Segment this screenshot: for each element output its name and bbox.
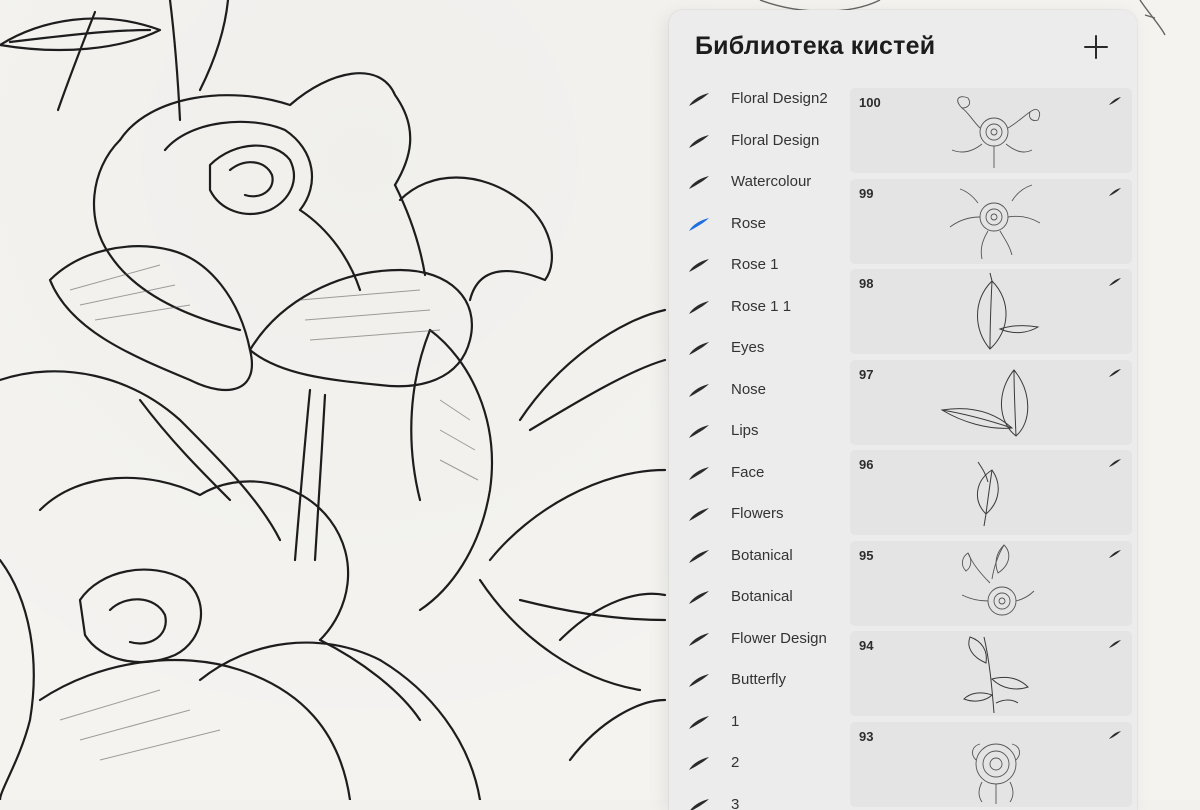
brush-set-label: Floral Design bbox=[731, 132, 819, 149]
brush-set-label: Rose 1 bbox=[731, 256, 779, 273]
brush-stroke-icon bbox=[687, 297, 711, 317]
brush-set-label: Rose bbox=[731, 215, 766, 232]
brush-set-label: 3 bbox=[731, 796, 739, 810]
brush-set-label: Lips bbox=[731, 422, 759, 439]
leaf-pair-wide-preview bbox=[932, 362, 1062, 443]
brush-library-panel: Библиотека кистей Floral Design2 Floral … bbox=[669, 10, 1137, 810]
brush-card[interactable]: 97 bbox=[850, 360, 1132, 445]
brush-set-list: Floral Design2 Floral Design Watercolour… bbox=[669, 80, 849, 810]
brush-stroke-icon bbox=[687, 587, 711, 607]
leaf-stem-preview bbox=[932, 633, 1062, 714]
brush-stroke-icon bbox=[687, 421, 711, 441]
brush-stroke-icon bbox=[687, 712, 711, 732]
brush-set-label: Rose 1 1 bbox=[731, 298, 791, 315]
brush-number: 100 bbox=[859, 95, 881, 110]
brush-set-item[interactable]: Eyes bbox=[669, 329, 849, 371]
brush-set-label: Flower Design bbox=[731, 630, 827, 647]
brush-number: 98 bbox=[859, 276, 873, 291]
brush-number: 93 bbox=[859, 729, 873, 744]
brush-stroke-icon bbox=[687, 629, 711, 649]
panel-title: Библиотека кистей bbox=[695, 32, 935, 61]
add-brush-set-button[interactable] bbox=[1081, 32, 1111, 62]
peony-leaves-preview bbox=[932, 181, 1062, 262]
brush-stroke-icon bbox=[687, 338, 711, 358]
brush-set-item[interactable]: Botanical bbox=[669, 578, 849, 620]
brush-stroke-icon bbox=[687, 670, 711, 690]
brush-set-item[interactable]: Watercolour bbox=[669, 163, 849, 205]
brush-card[interactable]: 94 bbox=[850, 631, 1132, 716]
brush-set-item[interactable]: Flowers bbox=[669, 495, 849, 537]
brush-set-label: Botanical bbox=[731, 588, 793, 605]
brush-number: 94 bbox=[859, 638, 873, 653]
brush-stroke-icon bbox=[1108, 277, 1122, 287]
brush-set-item[interactable]: Botanical bbox=[669, 537, 849, 579]
brush-card[interactable]: 93 bbox=[850, 722, 1132, 807]
brush-set-label: 2 bbox=[731, 754, 739, 771]
brush-set-label: Eyes bbox=[731, 339, 764, 356]
single-leaf-preview bbox=[932, 452, 1062, 533]
brush-stroke-icon bbox=[1108, 187, 1122, 197]
brush-stroke-icon bbox=[687, 753, 711, 773]
brush-set-item[interactable]: Face bbox=[669, 454, 849, 496]
brush-stroke-icon bbox=[687, 131, 711, 151]
brush-card[interactable]: 99 bbox=[850, 179, 1132, 264]
peony-single-preview bbox=[932, 724, 1062, 805]
brush-stroke-icon bbox=[687, 89, 711, 109]
brush-set-item[interactable]: Nose bbox=[669, 371, 849, 413]
brush-number: 96 bbox=[859, 457, 873, 472]
brush-card[interactable]: 100 bbox=[850, 88, 1132, 173]
brush-set-item-selected[interactable]: Rose bbox=[669, 205, 849, 247]
brush-set-label: Butterfly bbox=[731, 671, 786, 688]
brush-stroke-icon bbox=[687, 546, 711, 566]
brush-number: 99 bbox=[859, 186, 873, 201]
brush-stroke-icon bbox=[687, 795, 711, 810]
brush-stroke-icon bbox=[687, 380, 711, 400]
peony-bouquet-preview bbox=[932, 90, 1062, 171]
brush-set-label: Nose bbox=[731, 381, 766, 398]
peony-bouquet-preview bbox=[932, 543, 1062, 624]
brush-card[interactable]: 98 bbox=[850, 269, 1132, 354]
brush-set-item[interactable]: 3 bbox=[669, 786, 849, 810]
brush-stroke-icon bbox=[687, 255, 711, 275]
brush-stroke-icon bbox=[1108, 639, 1122, 649]
leaf-pair-preview bbox=[932, 271, 1062, 352]
brush-set-item[interactable]: Floral Design bbox=[669, 122, 849, 164]
brush-stroke-icon bbox=[1108, 549, 1122, 559]
brush-set-label: Flowers bbox=[731, 505, 784, 522]
brush-set-item[interactable]: Rose 1 bbox=[669, 246, 849, 288]
brush-stroke-icon bbox=[1108, 368, 1122, 378]
brush-set-item[interactable]: Floral Design2 bbox=[669, 80, 849, 122]
brush-number: 95 bbox=[859, 548, 873, 563]
brush-grid: 100 99 bbox=[850, 88, 1132, 810]
brush-card[interactable]: 95 bbox=[850, 541, 1132, 626]
brush-stroke-icon bbox=[1108, 458, 1122, 468]
brush-set-label: Botanical bbox=[731, 547, 793, 564]
brush-set-item[interactable]: 2 bbox=[669, 744, 849, 786]
brush-stroke-icon bbox=[1108, 96, 1122, 106]
brush-set-label: Floral Design2 bbox=[731, 90, 828, 107]
brush-set-item[interactable]: 1 bbox=[669, 703, 849, 745]
brush-stroke-icon bbox=[687, 172, 711, 192]
brush-card[interactable]: 96 bbox=[850, 450, 1132, 535]
brush-set-item[interactable]: Butterfly bbox=[669, 661, 849, 703]
brush-number: 97 bbox=[859, 367, 873, 382]
brush-stroke-icon bbox=[687, 463, 711, 483]
brush-set-item[interactable]: Lips bbox=[669, 412, 849, 454]
brush-set-label: 1 bbox=[731, 713, 739, 730]
brush-stroke-icon bbox=[687, 504, 711, 524]
brush-stroke-icon bbox=[1108, 730, 1122, 740]
brush-set-item[interactable]: Flower Design bbox=[669, 620, 849, 662]
brush-set-item[interactable]: Rose 1 1 bbox=[669, 288, 849, 330]
brush-stroke-icon-selected bbox=[687, 214, 711, 234]
brush-set-label: Watercolour bbox=[731, 173, 811, 190]
brush-set-label: Face bbox=[731, 464, 764, 481]
